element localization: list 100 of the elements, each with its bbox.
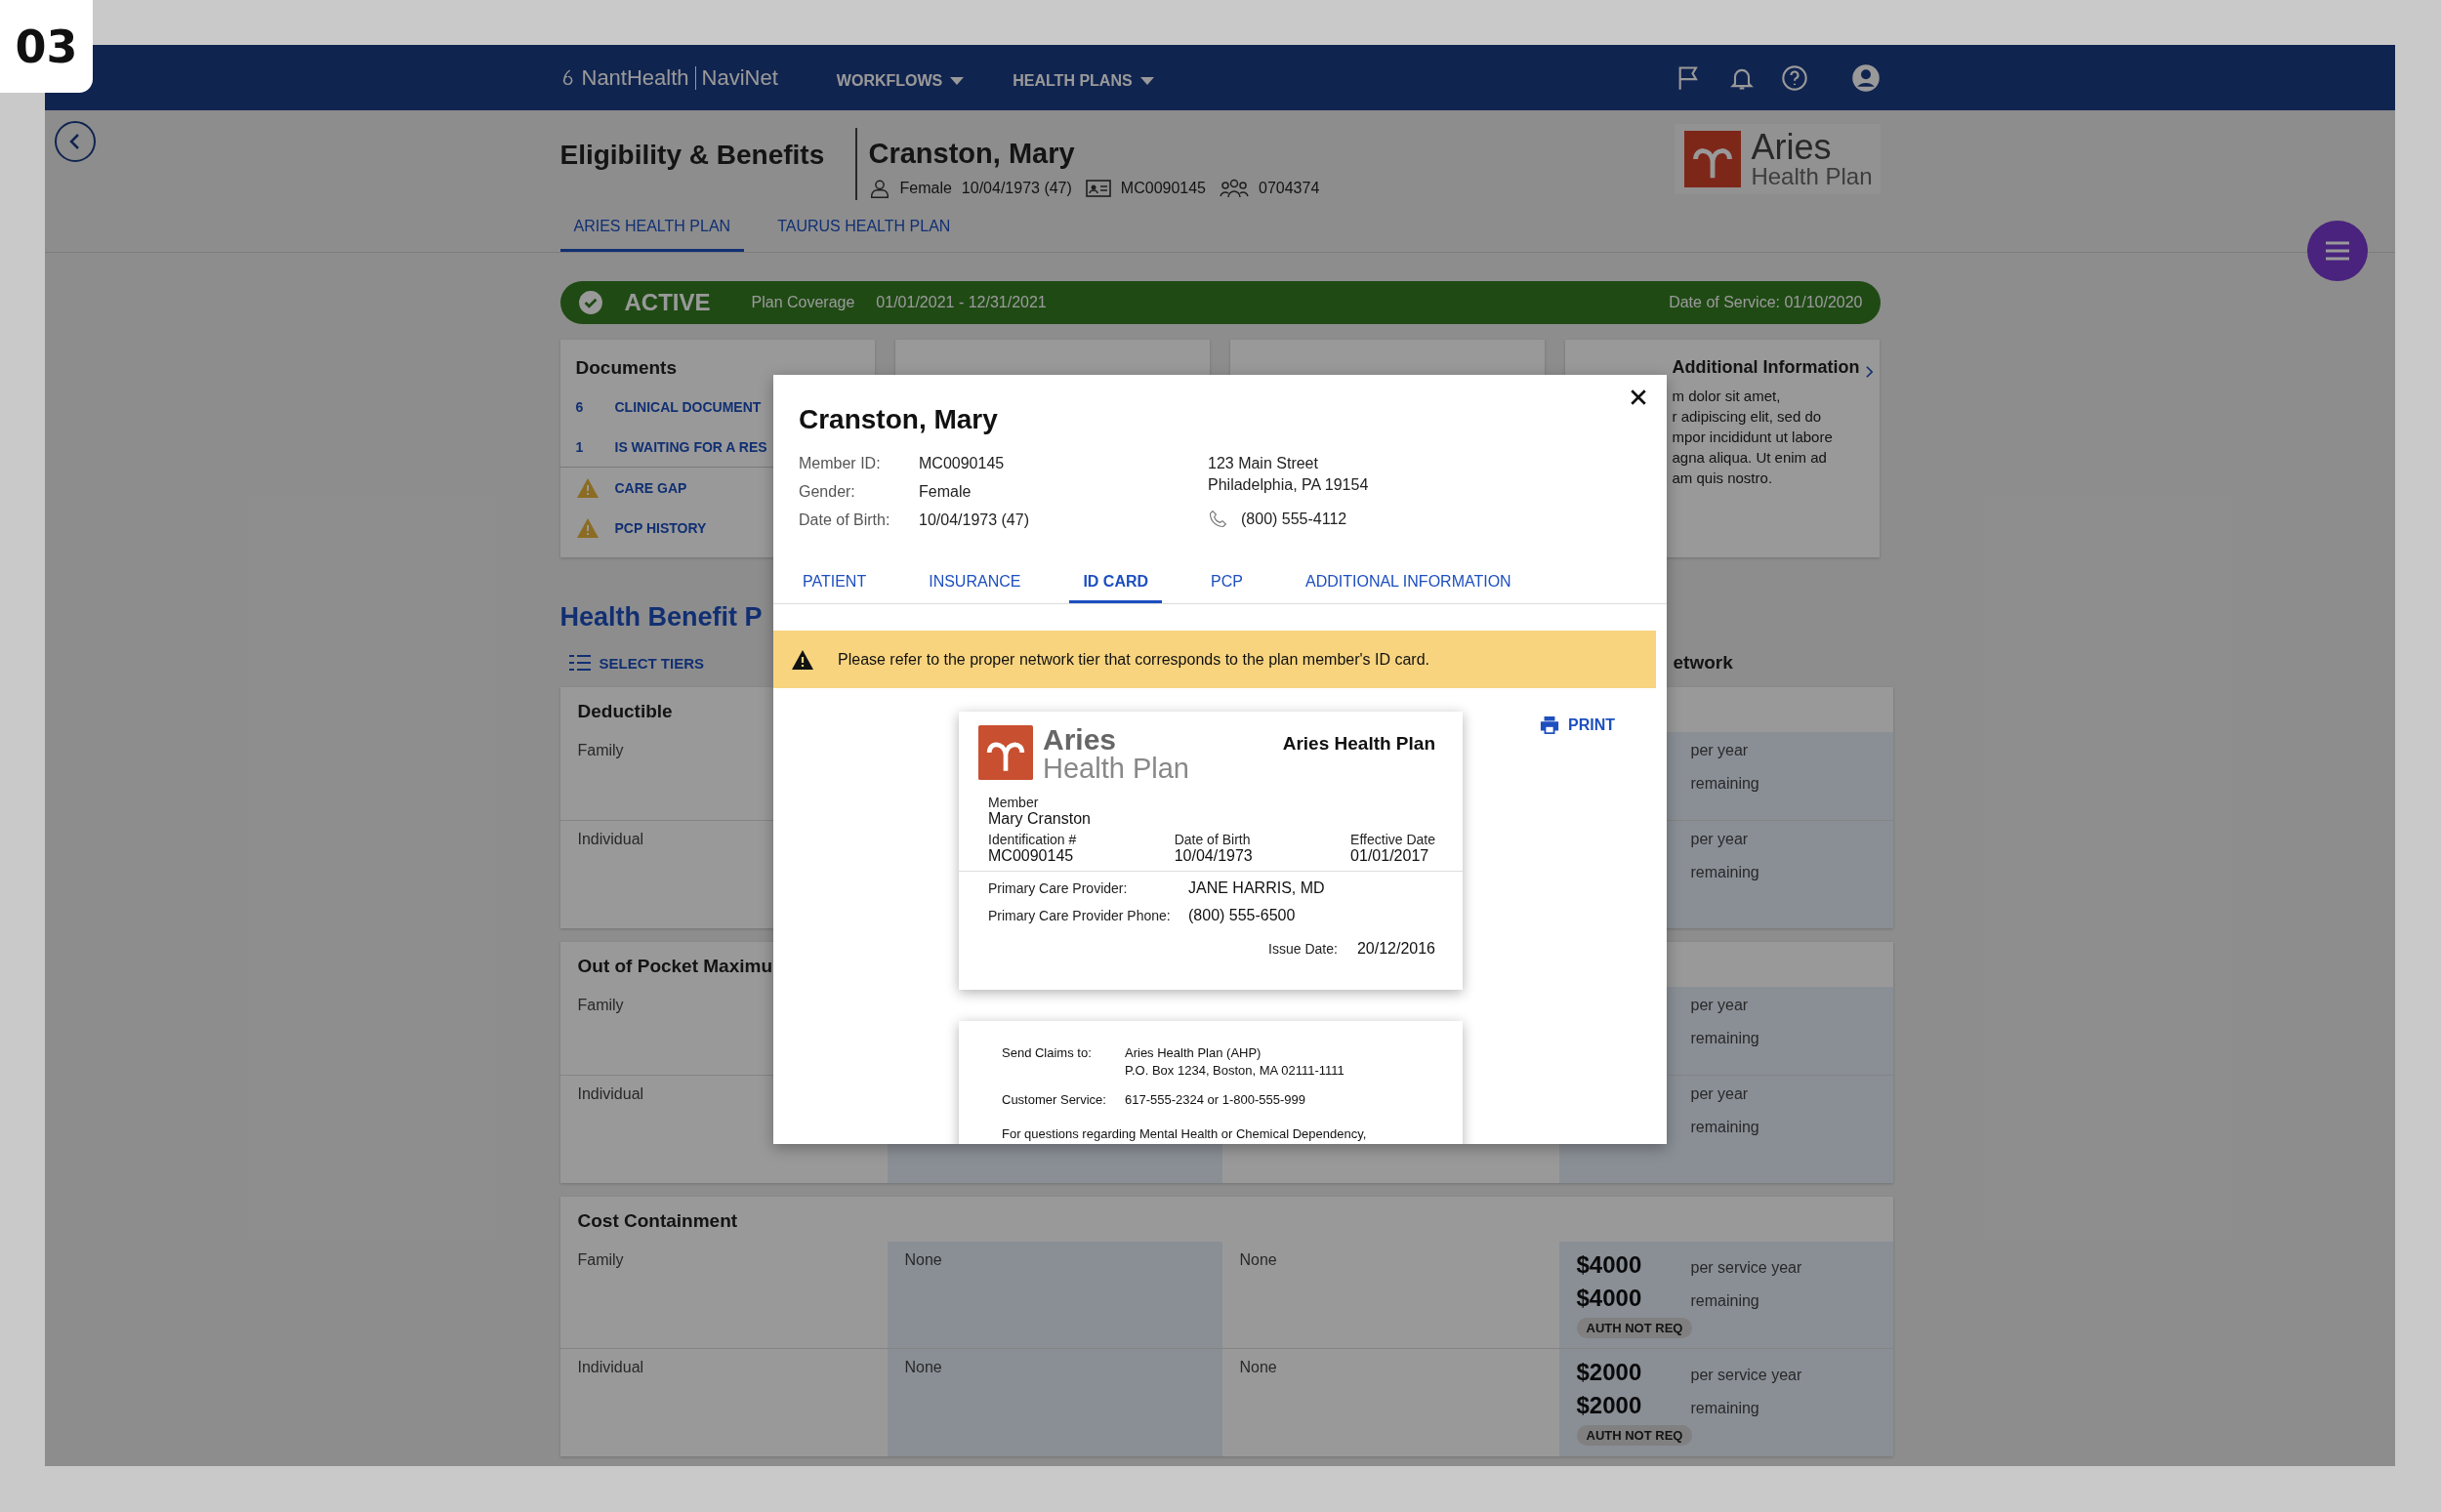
row-label: Individual xyxy=(576,1358,645,1377)
card-value: Mary Cranston xyxy=(988,810,1092,828)
plan-logo-subtitle: Health Plan xyxy=(1751,165,1873,188)
amount-note: per service year xyxy=(1690,1367,1802,1384)
amount-note: remaining xyxy=(1690,775,1759,793)
dialog-tab[interactable]: INSURANCE xyxy=(915,567,1035,603)
nav-menu[interactable]: WORKFLOWS xyxy=(836,71,965,90)
card-label: Issue Date: xyxy=(1268,941,1338,957)
card-label: Member xyxy=(988,795,1040,810)
document-count: 1 xyxy=(575,438,585,455)
amount: $4000 xyxy=(1576,1251,1642,1278)
field-label: Date of Birth: xyxy=(799,511,891,529)
info-text: m dolor sit amet, xyxy=(1672,387,1782,406)
dialog-title: Cranston, Mary xyxy=(798,403,998,435)
table-cell-text: None xyxy=(1238,1358,1278,1377)
info-text: r adipiscing elit, sed do xyxy=(1672,407,1823,427)
slide-number: 03 xyxy=(0,0,93,93)
amount-note: per year xyxy=(1690,997,1749,1014)
amount: $2000 xyxy=(1576,1359,1642,1385)
card-label: Identification # xyxy=(988,832,1077,847)
print-button[interactable]: PRINT xyxy=(1539,712,1615,739)
card-value: P.O. Box 1234, Boston, MA 02111-1111 xyxy=(1125,1062,1345,1080)
plan-tab[interactable]: TAURUS HEALTH PLAN xyxy=(764,208,965,252)
card-value: JANE HARRIS, MD xyxy=(1188,879,1325,897)
amount-note: per year xyxy=(1690,1085,1749,1103)
table-cell-text: None xyxy=(1238,1250,1278,1270)
column-header: etwork xyxy=(1673,652,1734,674)
member-id: MC0090145 xyxy=(1120,180,1206,197)
coverage-label: Plan Coverage xyxy=(751,294,855,311)
coverage-dates: 01/01/2021 - 12/31/2021 xyxy=(876,294,1047,311)
date-of-service: Date of Service: 01/10/2020 xyxy=(1669,294,1863,311)
card-label: Date of Birth xyxy=(1174,832,1252,847)
dialog-tab[interactable]: ADDITIONAL INFORMATION xyxy=(1292,567,1525,603)
amount-note: per year xyxy=(1690,831,1749,848)
card-value: 617-555-2324 or 1-800-555-999 xyxy=(1125,1091,1306,1109)
dialog-tab[interactable]: PATIENT xyxy=(789,567,881,603)
document-link[interactable]: IS WAITING FOR A RES xyxy=(614,438,767,455)
dialog-tab[interactable]: ID CARD xyxy=(1069,567,1163,603)
benefit-title: Out of Pocket Maximu xyxy=(577,956,773,976)
amount-note: remaining xyxy=(1690,1292,1759,1310)
logo-name: Aries xyxy=(1043,725,1118,755)
warning-text: Please refer to the proper network tier that corresponds to the plan member's ID card. xyxy=(838,650,1429,669)
benefit-title: Deductible xyxy=(577,701,673,721)
amount-note: remaining xyxy=(1690,1030,1759,1047)
card-value: Aries Health Plan (AHP) xyxy=(1125,1044,1262,1062)
row-label: Family xyxy=(576,1250,625,1270)
table-cell-text: None xyxy=(903,1358,943,1377)
dialog-tab[interactable]: PCP xyxy=(1197,567,1257,603)
card-plan-name: Aries Health Plan xyxy=(1282,733,1435,755)
select-tiers-button[interactable]: SELECT TIERS xyxy=(559,653,712,673)
row-label: Family xyxy=(576,996,625,1015)
plan-logo-name: Aries xyxy=(1751,130,1833,165)
card-value: 20/12/2016 xyxy=(1356,940,1435,958)
document-count: 6 xyxy=(575,398,585,415)
amount: $2000 xyxy=(1576,1392,1642,1418)
info-text: am quis nostro. xyxy=(1672,469,1774,488)
alert-link[interactable]: CARE GAP xyxy=(614,479,687,496)
field-value: 10/04/1973 (47) xyxy=(919,511,1029,528)
nav-menu[interactable]: HEALTH PLANS xyxy=(1013,71,1154,90)
field-value: MC0090145 xyxy=(919,455,1005,471)
card-title: Documents xyxy=(575,357,677,379)
amount-note: per year xyxy=(1690,742,1749,759)
amount: $4000 xyxy=(1576,1285,1642,1311)
brand-name: NantHealth xyxy=(581,64,689,91)
amount-note: remaining xyxy=(1690,1400,1759,1417)
field-value: Female xyxy=(919,483,972,500)
alert-link[interactable]: PCP HISTORY xyxy=(614,519,707,536)
card-value: 01/01/2017 xyxy=(1350,847,1430,865)
card-label: Primary Care Provider Phone: xyxy=(988,908,1172,923)
patient-gender: Female xyxy=(899,180,952,197)
patient-dob: 10/04/1973 (47) xyxy=(961,180,1072,197)
amount-note: per service year xyxy=(1690,1259,1802,1277)
auth-badge: AUTH NOT REQ xyxy=(1576,1318,1693,1338)
address-line: Philadelphia, PA 19154 xyxy=(1208,476,1369,495)
amount-note: remaining xyxy=(1690,864,1759,881)
auth-badge: AUTH NOT REQ xyxy=(1576,1425,1693,1446)
info-text: mpor incididunt ut labore xyxy=(1672,428,1834,447)
card-value: MC0090145 xyxy=(988,847,1075,865)
row-label: Individual xyxy=(576,1084,645,1104)
card-label: Primary Care Provider: xyxy=(988,880,1129,896)
product-name: NaviNet xyxy=(701,64,778,91)
benefit-title: Cost Containment xyxy=(577,1210,738,1231)
field-label: Member ID: xyxy=(799,455,882,472)
phone-number: (800) 555-4112 xyxy=(1241,511,1347,528)
status-label: ACTIVE xyxy=(624,289,711,316)
card-label: Send Claims to: xyxy=(1002,1044,1093,1062)
page-title: Eligibility & Benefits xyxy=(559,140,826,171)
patient-name: Cranston, Mary xyxy=(868,138,1076,170)
card-label: Effective Date xyxy=(1350,832,1435,847)
group-number: 0704374 xyxy=(1259,180,1320,197)
amount-note: remaining xyxy=(1690,1119,1759,1136)
card-title[interactable]: Additional Information xyxy=(1672,357,1860,378)
row-label: Individual xyxy=(576,830,645,849)
card-note: For questions regarding Mental Health or Chemical Dependency, xyxy=(1002,1126,1368,1141)
card-value: 10/04/1973 xyxy=(1174,847,1253,865)
field-label: Gender: xyxy=(799,483,856,501)
card-value: (800) 555-6500 xyxy=(1188,907,1296,924)
address-line: 123 Main Street xyxy=(1208,455,1319,473)
document-link[interactable]: CLINICAL DOCUMENT xyxy=(614,398,762,415)
card-label: Customer Service: xyxy=(1002,1091,1107,1109)
